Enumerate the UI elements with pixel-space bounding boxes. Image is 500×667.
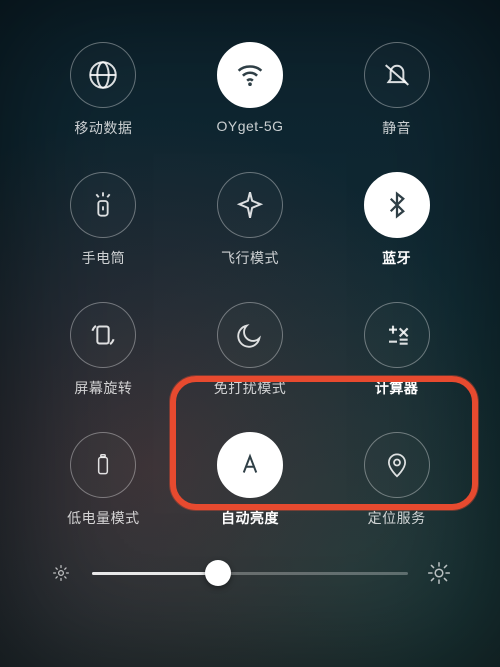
toggle-label: 移动数据	[74, 118, 132, 138]
brightness-slider[interactable]	[48, 560, 452, 586]
toggle-label: OYget-5G	[216, 118, 283, 134]
toggle-bluetooth[interactable]: 蓝牙	[323, 172, 470, 268]
toggle-low-power[interactable]: 低电量模式	[30, 432, 177, 528]
toggle-mute[interactable]: 静音	[323, 42, 470, 138]
toggle-label: 屏幕旋转	[74, 378, 132, 398]
control-center-screen: 移动数据 OYget-5G 静音 手电筒 飞行模式	[0, 0, 500, 667]
rotation-icon	[70, 302, 136, 368]
bell-off-icon	[364, 42, 430, 108]
toggle-airplane[interactable]: 飞行模式	[177, 172, 324, 268]
toggle-label: 低电量模式	[67, 508, 140, 528]
wifi-icon	[217, 42, 283, 108]
toggle-wifi[interactable]: OYget-5G	[177, 42, 324, 138]
brightness-knob[interactable]	[205, 560, 231, 586]
globe-icon	[70, 42, 136, 108]
toggle-label: 计算器	[375, 378, 419, 398]
toggle-auto-brightness[interactable]: 自动亮度	[177, 432, 324, 528]
toggle-label: 手电筒	[82, 248, 126, 268]
airplane-icon	[217, 172, 283, 238]
flashlight-icon	[70, 172, 136, 238]
toggle-label: 免打扰模式	[214, 378, 287, 398]
toggle-label: 飞行模式	[221, 248, 279, 268]
brightness-low-icon	[48, 560, 74, 586]
toggle-label: 静音	[382, 118, 411, 138]
toggle-flashlight[interactable]: 手电筒	[30, 172, 177, 268]
toggle-label: 蓝牙	[382, 248, 411, 268]
bluetooth-icon	[364, 172, 430, 238]
location-icon	[364, 432, 430, 498]
toggle-location[interactable]: 定位服务	[323, 432, 470, 528]
moon-icon	[217, 302, 283, 368]
toggle-calculator[interactable]: 计算器	[323, 302, 470, 398]
toggle-label: 自动亮度	[221, 508, 279, 528]
auto-brightness-icon	[217, 432, 283, 498]
toggle-mobile-data[interactable]: 移动数据	[30, 42, 177, 138]
toggle-grid: 移动数据 OYget-5G 静音 手电筒 飞行模式	[0, 42, 500, 528]
toggle-dnd[interactable]: 免打扰模式	[177, 302, 324, 398]
brightness-track[interactable]	[92, 572, 408, 575]
toggle-rotation[interactable]: 屏幕旋转	[30, 302, 177, 398]
calculator-icon	[364, 302, 430, 368]
toggle-label: 定位服务	[368, 508, 426, 528]
battery-icon	[70, 432, 136, 498]
brightness-fill	[92, 572, 218, 575]
brightness-high-icon	[426, 560, 452, 586]
